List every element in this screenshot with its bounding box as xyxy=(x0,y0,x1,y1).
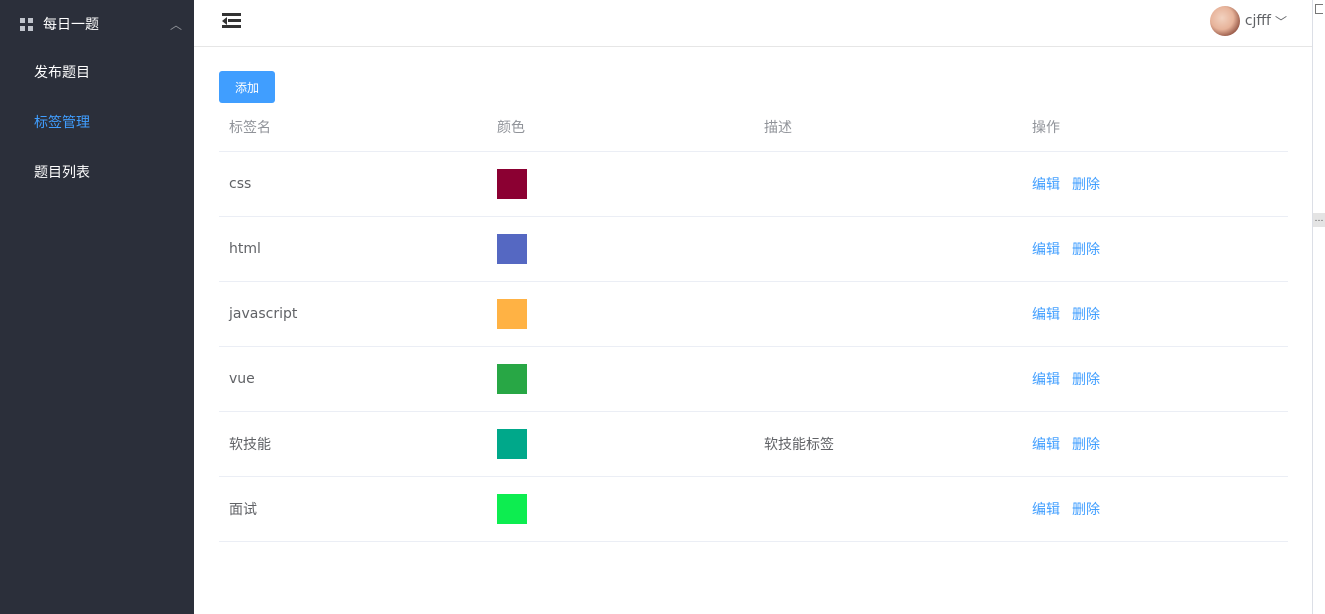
tag-color-cell xyxy=(487,476,754,542)
username: cjfff xyxy=(1244,13,1271,29)
sidebar-item-tags[interactable]: 标签管理 xyxy=(0,98,194,148)
actions-cell: 编辑 删除 xyxy=(1022,411,1288,477)
tag-name: 面试 xyxy=(219,476,487,542)
table-row: 面试 编辑 删除 xyxy=(219,476,1288,542)
edit-button[interactable]: 编辑 xyxy=(1032,502,1060,518)
column-header-desc: 描述 xyxy=(754,103,1022,152)
delete-button[interactable]: 删除 xyxy=(1072,372,1100,388)
table-row: html 编辑 删除 xyxy=(219,216,1288,282)
actions-cell: 编辑 删除 xyxy=(1022,216,1288,282)
color-swatch xyxy=(497,233,527,264)
add-button[interactable]: 添加 xyxy=(219,71,275,103)
actions-cell: 编辑 删除 xyxy=(1022,151,1288,217)
table-row: css 编辑 删除 xyxy=(219,151,1288,217)
color-swatch xyxy=(497,168,527,199)
sidebar-item-question-list[interactable]: 题目列表 xyxy=(0,148,194,198)
color-swatch xyxy=(497,428,527,459)
tag-description: 软技能标签 xyxy=(754,411,1022,477)
delete-button[interactable]: 删除 xyxy=(1072,437,1100,453)
user-dropdown[interactable]: cjfff ﹀ xyxy=(1209,5,1287,37)
tag-name: css xyxy=(219,151,487,217)
column-header-color: 颜色 xyxy=(487,103,754,152)
menu-fold-icon[interactable] xyxy=(222,13,241,29)
color-swatch xyxy=(497,493,527,524)
main-content: 添加 标签名 颜色 描述 操作 css 编辑 删除 html 编辑 删除 javascrip… xyxy=(219,71,1288,542)
edit-button[interactable]: 编辑 xyxy=(1032,177,1060,193)
bracket-icon xyxy=(1315,4,1323,14)
edit-button[interactable]: 编辑 xyxy=(1032,437,1060,453)
column-header-name: 标签名 xyxy=(219,103,487,152)
sidebar: 每日一题 ︿ 发布题目 标签管理 题目列表 xyxy=(0,0,194,614)
topbar: cjfff ﹀ xyxy=(194,0,1312,47)
tag-color-cell xyxy=(487,281,754,347)
chevron-down-icon: ﹀ xyxy=(1274,14,1287,29)
tag-description xyxy=(754,151,1022,217)
delete-button[interactable]: 删除 xyxy=(1072,177,1100,193)
edit-button[interactable]: 编辑 xyxy=(1032,307,1060,323)
tag-description xyxy=(754,476,1022,542)
delete-button[interactable]: 删除 xyxy=(1072,307,1100,323)
table-row: 软技能 软技能标签 编辑 删除 xyxy=(219,411,1288,477)
tag-table: 标签名 颜色 描述 操作 css 编辑 删除 html 编辑 删除 javascript 编辑… xyxy=(219,103,1288,542)
more-dots-icon[interactable]: … xyxy=(1313,213,1325,227)
table-row: javascript 编辑 删除 xyxy=(219,281,1288,347)
actions-cell: 编辑 删除 xyxy=(1022,476,1288,542)
delete-button[interactable]: 删除 xyxy=(1072,242,1100,258)
menu-group-title: 每日一题 xyxy=(43,17,99,33)
edit-button[interactable]: 编辑 xyxy=(1032,242,1060,258)
tag-description xyxy=(754,346,1022,412)
tag-description xyxy=(754,281,1022,347)
actions-cell: 编辑 删除 xyxy=(1022,346,1288,412)
scrollbar-edge xyxy=(1312,0,1313,614)
tag-description xyxy=(754,216,1022,282)
tag-name: vue xyxy=(219,346,487,412)
chevron-up-icon: ︿ xyxy=(169,17,182,32)
actions-cell: 编辑 删除 xyxy=(1022,281,1288,347)
table-row: vue 编辑 删除 xyxy=(219,346,1288,412)
color-swatch xyxy=(497,363,527,394)
tag-color-cell xyxy=(487,411,754,477)
tag-name: javascript xyxy=(219,281,487,347)
tag-color-cell xyxy=(487,216,754,282)
tag-name: 软技能 xyxy=(219,411,487,477)
sidebar-item-publish[interactable]: 发布题目 xyxy=(0,48,194,98)
column-header-actions: 操作 xyxy=(1022,103,1288,152)
tag-name: html xyxy=(219,216,487,282)
menu-group-header[interactable]: 每日一题 ︿ xyxy=(0,0,194,48)
color-swatch xyxy=(497,298,527,329)
edit-button[interactable]: 编辑 xyxy=(1032,372,1060,388)
tag-color-cell xyxy=(487,346,754,412)
grid-icon xyxy=(20,17,33,31)
delete-button[interactable]: 删除 xyxy=(1072,502,1100,518)
tag-color-cell xyxy=(487,151,754,217)
avatar xyxy=(1209,6,1240,36)
